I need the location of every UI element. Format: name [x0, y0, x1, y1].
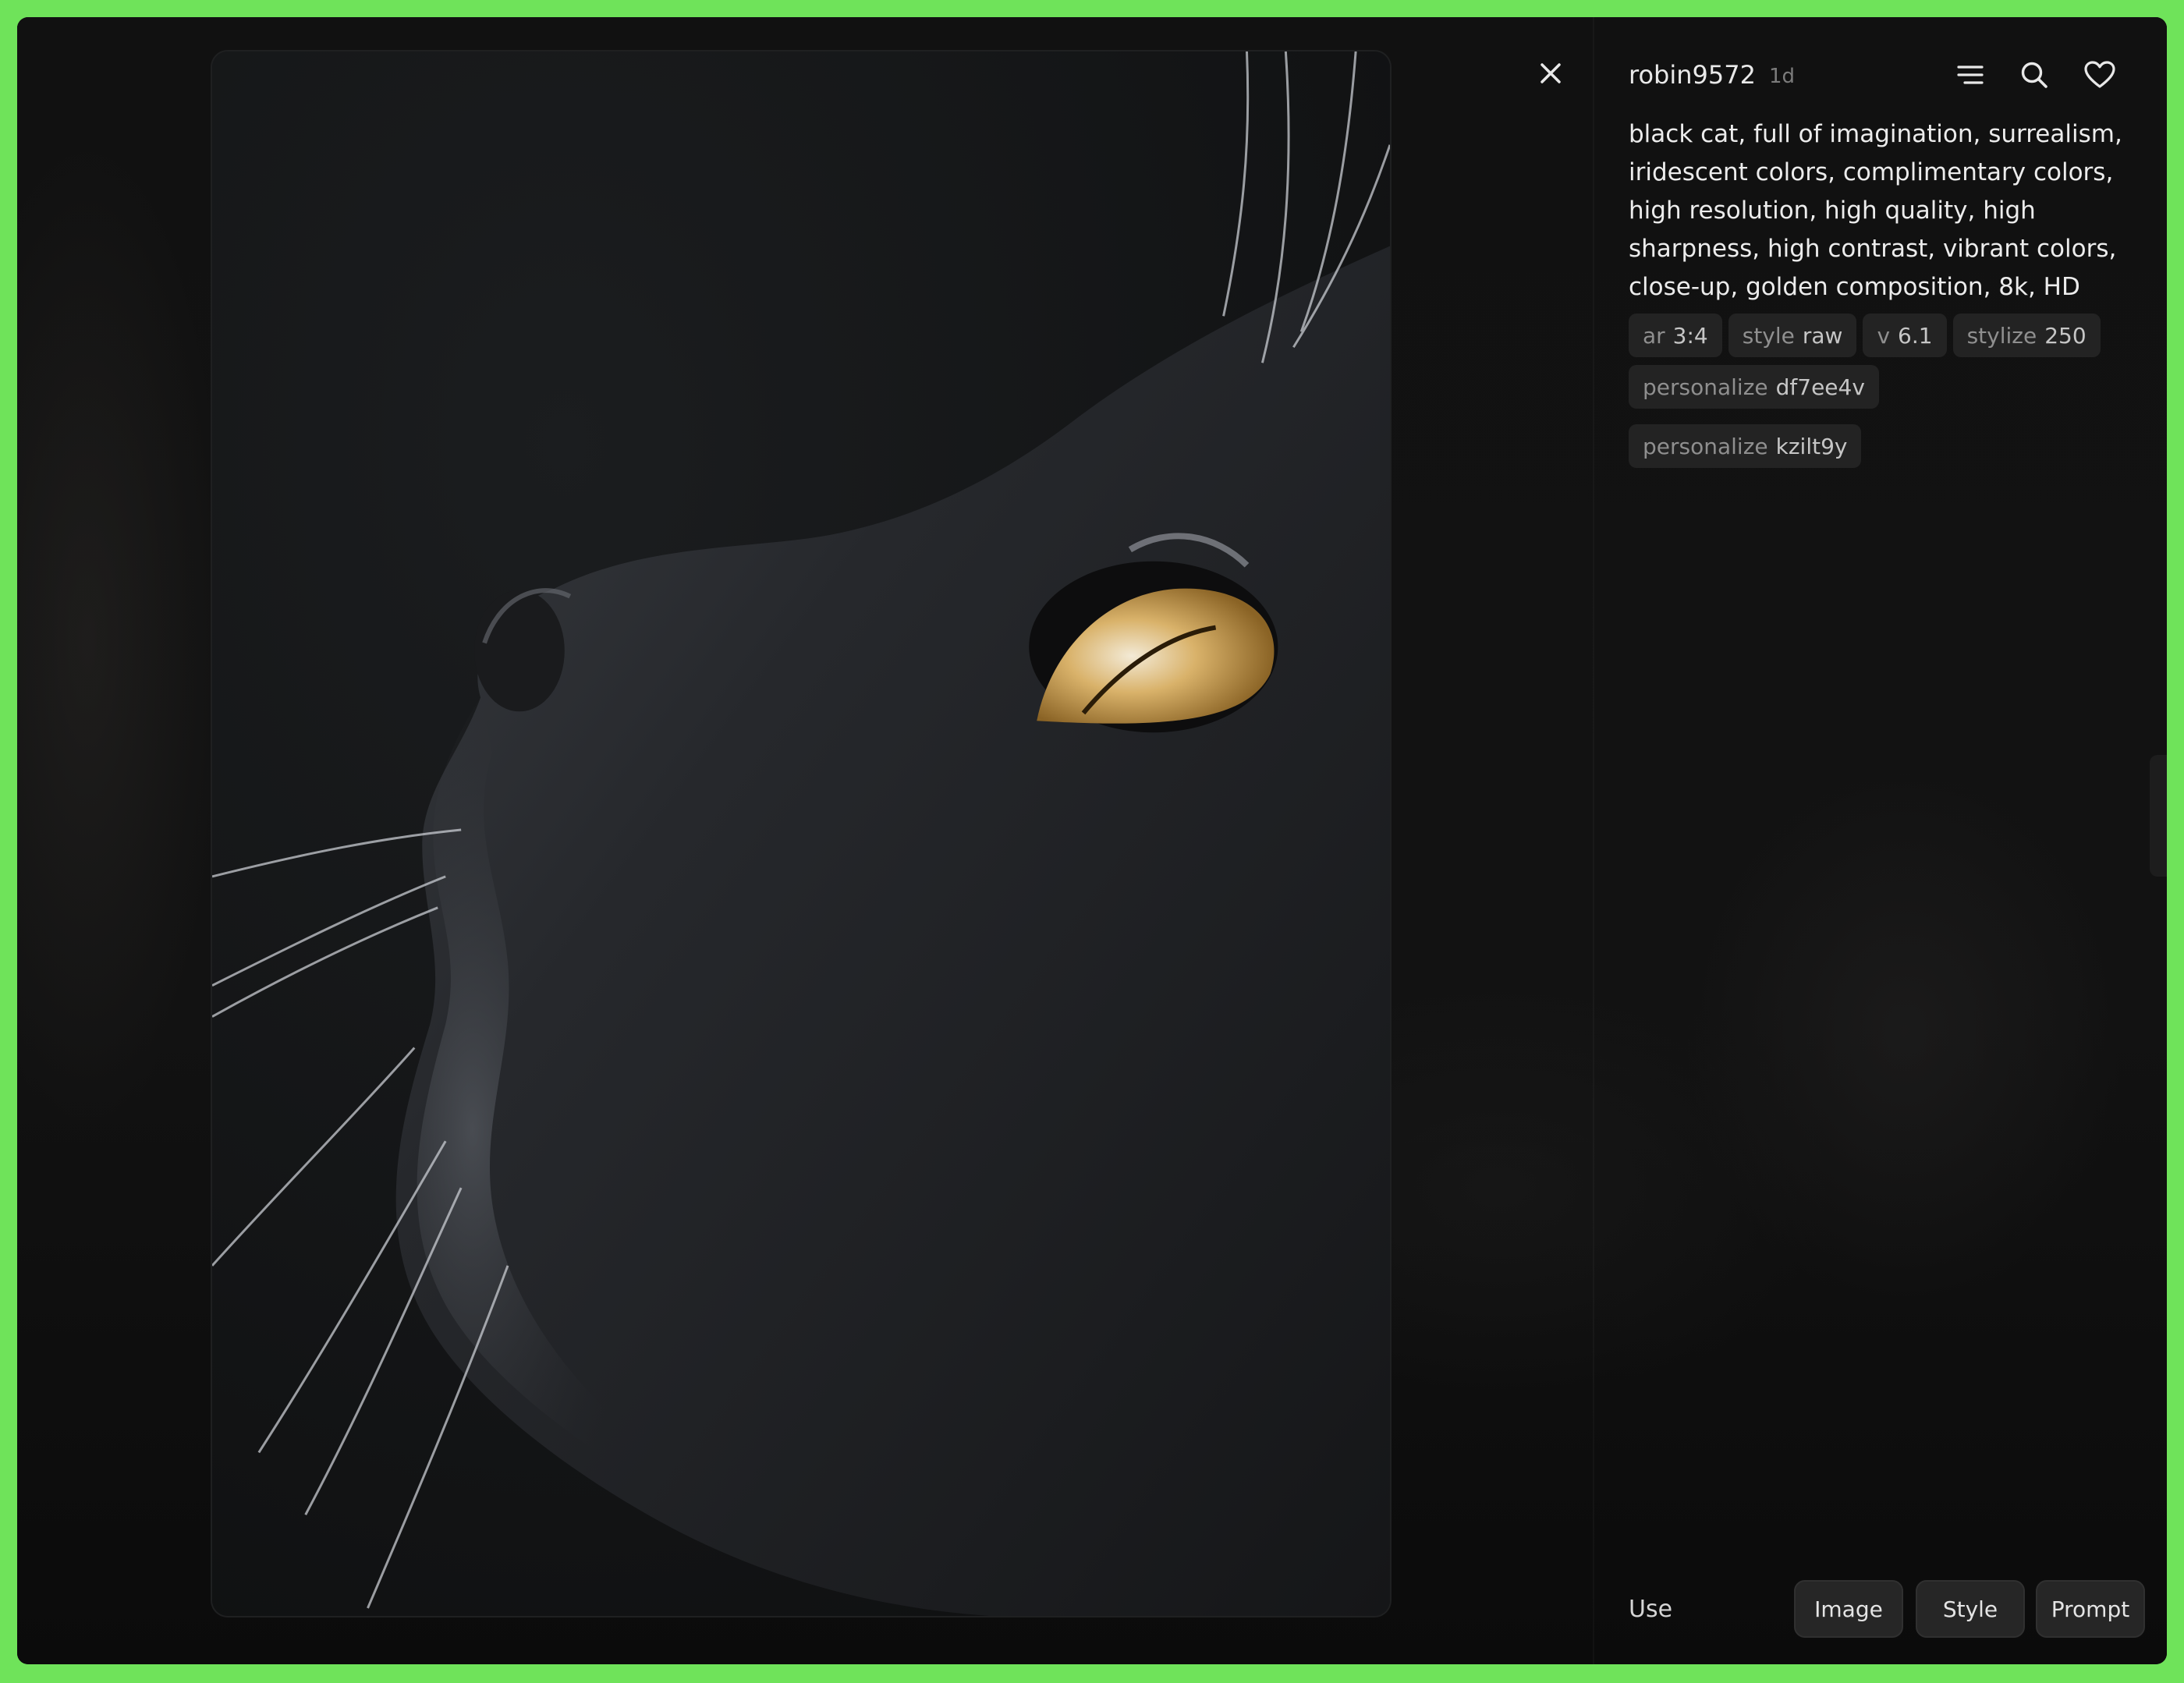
menu-icon — [1957, 66, 1984, 84]
parameter-tag-style[interactable]: style raw — [1728, 314, 1857, 357]
generated-image[interactable] — [211, 50, 1392, 1617]
parameter-tag-stylize[interactable]: stylize 250 — [1952, 314, 2101, 357]
like-button[interactable] — [2081, 56, 2118, 94]
parameter-tag-ar[interactable]: ar 3:4 — [1629, 314, 1722, 357]
use-style-button[interactable]: Style — [1916, 1580, 2025, 1638]
close-icon — [1540, 63, 1561, 83]
close-button[interactable] — [1529, 51, 1572, 95]
side-drawer-handle[interactable] — [2150, 755, 2167, 877]
parameter-tag-personalize-1[interactable]: personalize df7ee4v — [1629, 365, 1879, 409]
panel-divider — [1593, 17, 1594, 1664]
username[interactable]: robin9572 — [1629, 56, 1756, 94]
use-prompt-button[interactable]: Prompt — [2036, 1580, 2145, 1638]
use-label: Use — [1629, 1596, 1673, 1623]
timestamp: 1d — [1769, 65, 1796, 88]
black-cat-image — [212, 51, 1390, 1616]
heart-icon — [2084, 61, 2115, 88]
parameter-tags: ar 3:4 style raw v 6.1 stylize 250 perso… — [1629, 314, 2128, 468]
prompt-text[interactable]: black cat, full of imagination, surreali… — [1629, 115, 2128, 306]
use-image-button[interactable]: Image — [1794, 1580, 1903, 1638]
image-detail-window: robin9572 1d black cat, full of imaginat… — [17, 17, 2167, 1664]
use-actions: Use Image Style Prompt — [1629, 1580, 2167, 1639]
search-icon — [2021, 62, 2048, 88]
parameter-tag-version[interactable]: v 6.1 — [1863, 314, 1947, 357]
parameter-tag-personalize-2[interactable]: personalize kzilt9y — [1629, 424, 1862, 468]
details-panel: robin9572 1d black cat, full of imaginat… — [1629, 17, 2167, 1664]
menu-button[interactable] — [1952, 56, 1989, 94]
panel-header: robin9572 1d — [1629, 56, 2167, 94]
search-button[interactable] — [2016, 56, 2053, 94]
